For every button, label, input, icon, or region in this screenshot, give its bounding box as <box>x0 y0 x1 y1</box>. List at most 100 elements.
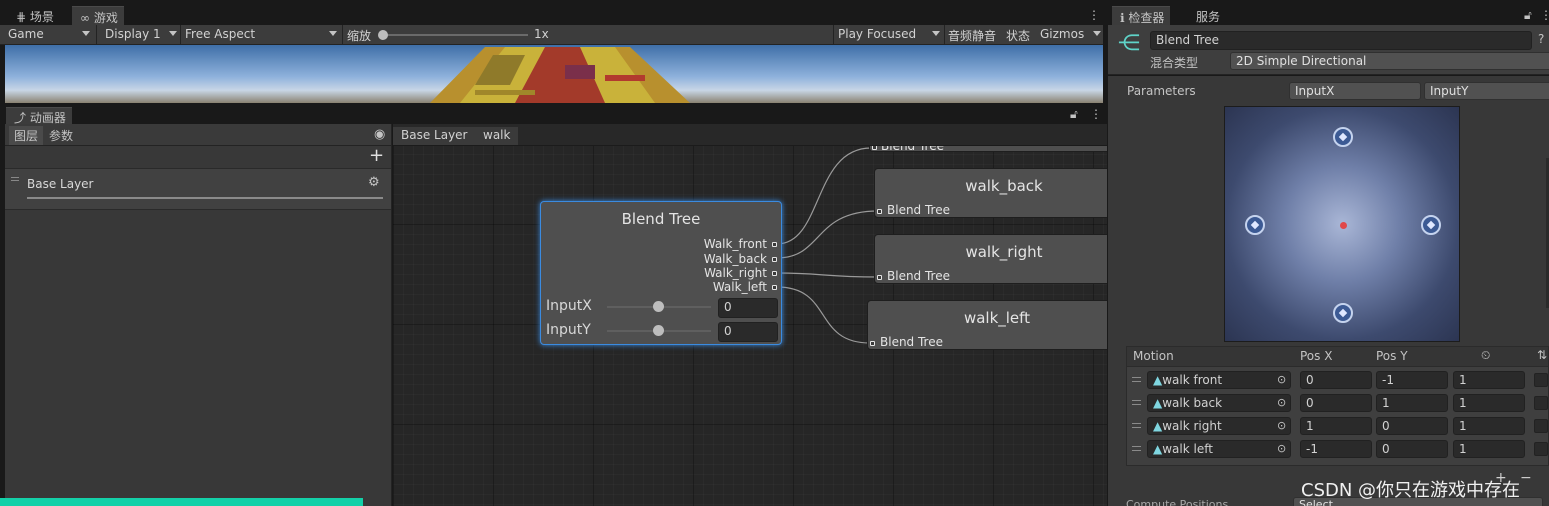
chevron-down-icon[interactable] <box>1093 31 1101 36</box>
info-icon: ℹ <box>1120 11 1125 25</box>
animator-graph[interactable]: Blend Tree Walk_front Walk_back Walk_rig… <box>393 124 1107 506</box>
param-inputx-slider-thumb[interactable] <box>653 301 664 312</box>
breadcrumb-base-layer[interactable]: Base Layer <box>393 127 476 145</box>
speed-field[interactable]: 1 <box>1453 417 1525 435</box>
breadcrumb-walk[interactable]: walk <box>475 127 519 145</box>
eye-icon[interactable]: ◉ <box>374 127 385 142</box>
blend-type-dropdown[interactable]: 2D Simple Directional <box>1230 52 1549 70</box>
animation-clip-icon: ▲ <box>1153 442 1163 456</box>
object-picker-icon[interactable]: ⊙ <box>1277 396 1286 409</box>
mirror-checkbox[interactable] <box>1534 442 1548 456</box>
table-row: ▲walk left ⊙ -1 0 1 <box>1127 438 1549 461</box>
clock-icon: ⏲ <box>1481 348 1491 362</box>
param-x-dropdown[interactable]: InputX <box>1289 82 1421 100</box>
pos-x-field[interactable]: 0 <box>1300 394 1372 412</box>
tab-inspector[interactable]: ℹ 检查器 <box>1112 6 1171 25</box>
more-options-icon[interactable]: ⋮ <box>1090 107 1102 121</box>
output-port[interactable] <box>772 242 777 247</box>
tab-animator[interactable]: ⤴ 动画器 <box>6 107 72 125</box>
speed-field[interactable]: 1 <box>1453 440 1525 458</box>
param-inputy-field[interactable]: 0 <box>718 322 778 342</box>
blend-point[interactable] <box>1333 127 1353 147</box>
speed-field[interactable]: 1 <box>1453 394 1525 412</box>
output-port[interactable] <box>772 285 777 290</box>
name-field[interactable]: Blend Tree <box>1150 31 1532 50</box>
param-inputy-slider-thumb[interactable] <box>653 325 664 336</box>
game-viewport[interactable] <box>5 45 1103 103</box>
drag-handle-icon[interactable] <box>1132 446 1141 451</box>
motion-table: Motion Pos X Pos Y ⏲ ⇅ ▲walk front ⊙ 0 -1 1 ▲… <box>1126 346 1549 466</box>
output-port[interactable] <box>772 271 777 276</box>
lock-icon[interactable]: 🔓︎ <box>1524 8 1532 23</box>
gizmos-button[interactable]: Gizmos <box>1040 27 1084 41</box>
node-title: Blend Tree <box>621 210 701 228</box>
more-options-icon[interactable]: ⋮ <box>1540 8 1549 22</box>
output-port[interactable] <box>772 257 777 262</box>
scale-slider-track[interactable] <box>382 34 528 36</box>
mirror-checkbox[interactable] <box>1534 419 1548 433</box>
animation-clip-icon: ▲ <box>1153 419 1163 433</box>
blend-tree-node[interactable]: Blend Tree Walk_front Walk_back Walk_rig… <box>540 201 782 345</box>
motion-node-walk-back[interactable]: walk_back Blend Tree <box>874 168 1107 218</box>
play-mode-dropdown[interactable]: Play Focused <box>838 27 916 41</box>
blend-space-graph[interactable] <box>1224 106 1460 342</box>
display-dropdown[interactable]: Display 1 <box>105 27 161 41</box>
drag-handle-icon[interactable] <box>11 177 19 181</box>
mirror-checkbox[interactable] <box>1534 396 1548 410</box>
input-port[interactable] <box>870 341 875 346</box>
speed-field[interactable]: 1 <box>1453 371 1525 389</box>
param-y-dropdown[interactable]: InputY <box>1424 82 1549 100</box>
tab-parameters[interactable]: 参数 <box>47 126 75 145</box>
blend-point[interactable] <box>1421 215 1441 235</box>
pos-y-field[interactable]: 0 <box>1376 440 1448 458</box>
pos-y-field[interactable]: 1 <box>1376 394 1448 412</box>
mute-audio-button[interactable]: 音频静音 <box>948 27 996 44</box>
aspect-dropdown[interactable]: Free Aspect <box>185 27 255 41</box>
gamepad-icon: ∞ <box>80 11 90 25</box>
header-pos-y: Pos Y <box>1376 349 1408 363</box>
stats-button[interactable]: 状态 <box>1006 27 1030 44</box>
pos-y-field[interactable]: 0 <box>1376 417 1448 435</box>
object-picker-icon[interactable]: ⊙ <box>1277 373 1286 386</box>
motion-node-walk-left[interactable]: walk_left Blend Tree <box>867 300 1107 350</box>
param-inputx-field[interactable]: 0 <box>718 298 778 318</box>
drag-handle-icon[interactable] <box>1132 377 1141 382</box>
pos-x-field[interactable]: 1 <box>1300 417 1372 435</box>
tab-game[interactable]: ∞ 游戏 <box>72 6 124 25</box>
layer-item[interactable]: Base Layer ⚙ <box>5 168 391 210</box>
help-icon[interactable]: ? <box>1538 32 1544 46</box>
motion-field[interactable]: ▲walk left <box>1147 440 1291 458</box>
tab-services[interactable]: 服务 <box>1188 6 1226 25</box>
tab-layers[interactable]: 图层 <box>9 126 44 145</box>
display-mode-dropdown[interactable]: Game <box>8 27 44 41</box>
lock-icon[interactable]: 🔓︎ <box>1070 107 1078 122</box>
pos-y-field[interactable]: -1 <box>1376 371 1448 389</box>
motion-field[interactable]: ▲walk front <box>1147 371 1291 389</box>
scale-slider-thumb[interactable] <box>378 30 388 40</box>
blend-point[interactable] <box>1333 303 1353 323</box>
motion-field[interactable]: ▲walk back <box>1147 394 1291 412</box>
pos-x-field[interactable]: 0 <box>1300 371 1372 389</box>
remove-motion-button[interactable]: − <box>1520 470 1532 486</box>
add-layer-button[interactable]: + <box>369 145 384 166</box>
node-title: walk_right <box>965 243 1043 261</box>
drag-handle-icon[interactable] <box>1132 400 1141 405</box>
input-port[interactable] <box>877 209 882 214</box>
game-scene-image <box>430 47 690 103</box>
gear-icon[interactable]: ⚙ <box>368 175 380 190</box>
motion-field[interactable]: ▲walk right <box>1147 417 1291 435</box>
blend-point[interactable] <box>1245 215 1265 235</box>
scale-value: 1x <box>534 27 549 41</box>
object-picker-icon[interactable]: ⊙ <box>1277 442 1286 455</box>
drag-handle-icon[interactable] <box>1132 423 1141 428</box>
pos-x-field[interactable]: -1 <box>1300 440 1372 458</box>
object-picker-icon[interactable]: ⊙ <box>1277 419 1286 432</box>
motion-node-walk-right[interactable]: walk_right Blend Tree <box>874 234 1107 284</box>
tab-scene[interactable]: ⋕ 场景 <box>8 6 60 25</box>
inspector-tab-bar: ℹ 检查器 服务 🔓︎ ⋮ <box>1108 0 1549 25</box>
accent-bar <box>0 498 363 506</box>
more-options-icon[interactable]: ⋮ <box>1088 8 1100 22</box>
input-port[interactable] <box>877 275 882 280</box>
divider <box>833 25 834 45</box>
mirror-checkbox[interactable] <box>1534 373 1548 387</box>
